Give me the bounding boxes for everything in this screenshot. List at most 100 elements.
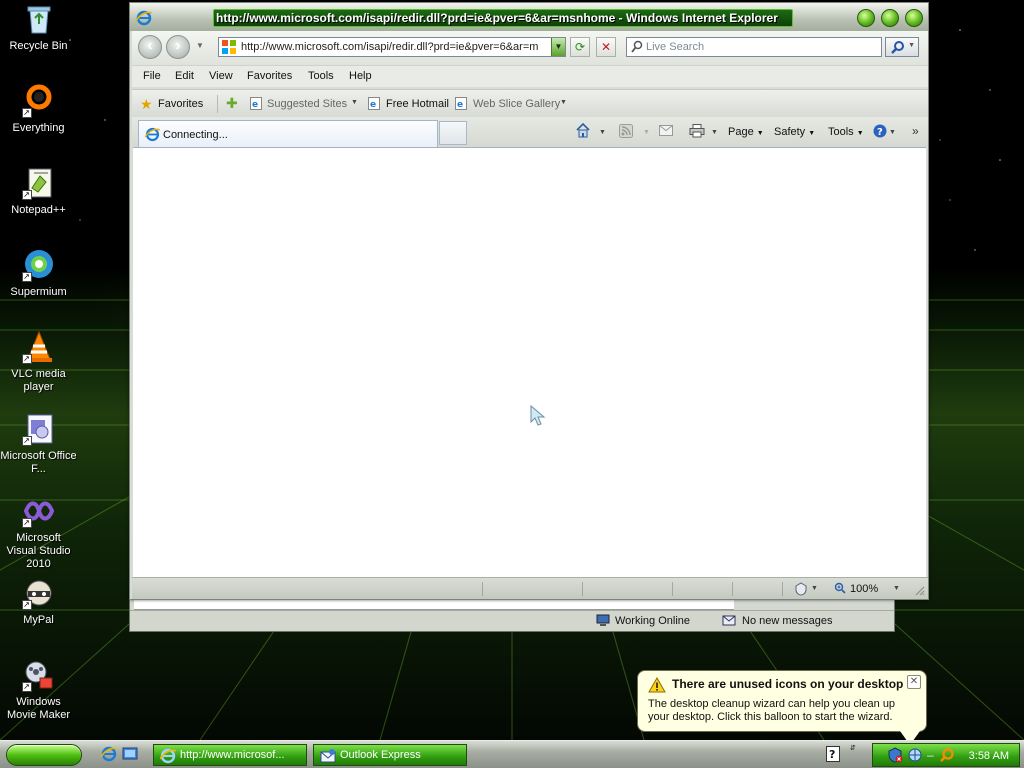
- address-field[interactable]: http://www.microsoft.com/isapi/redir.dll…: [218, 37, 566, 57]
- svg-text:e: e: [457, 100, 463, 110]
- search-tray-icon[interactable]: [939, 747, 955, 763]
- search-provider-icon: [631, 40, 643, 54]
- print-icon[interactable]: [689, 124, 705, 138]
- quicklaunch-ie-icon[interactable]: [100, 746, 118, 762]
- ie-window[interactable]: http://www.microsoft.com/isapi/redir.dll…: [129, 2, 929, 600]
- favorites-star-icon: ★: [140, 96, 153, 112]
- page-menu[interactable]: Page ▼: [728, 126, 764, 138]
- desktop-icon-mypal[interactable]: ↗ MyPal: [0, 576, 77, 627]
- quicklaunch-desktop-icon[interactable]: [122, 746, 138, 762]
- shortcut-arrow-icon: ↗: [21, 682, 32, 692]
- menu-edit[interactable]: Edit: [175, 70, 194, 82]
- resize-grip-icon[interactable]: [913, 584, 925, 596]
- ie-titlebar[interactable]: http://www.microsoft.com/isapi/redir.dll…: [130, 3, 928, 31]
- clock[interactable]: 3:58 AM: [969, 750, 1009, 762]
- status-separator: [482, 582, 483, 596]
- desktop-icon-vlc[interactable]: ↗ VLC media player: [0, 330, 77, 394]
- chevron-down-icon[interactable]: ▼: [893, 585, 900, 592]
- svg-text:?: ?: [877, 127, 883, 138]
- desktop-icon-recycle-bin[interactable]: Recycle Bin: [0, 2, 77, 53]
- balloon-body: The desktop cleanup wizard can help you …: [648, 698, 896, 723]
- tray-expand-icon[interactable]: ⇵: [850, 744, 856, 753]
- refresh-button[interactable]: ⟳: [570, 37, 590, 57]
- menu-view[interactable]: View: [209, 70, 233, 82]
- visual-studio-icon: ↗: [21, 494, 56, 528]
- chevron-down-icon[interactable]: ▼: [599, 129, 606, 136]
- menu-file[interactable]: File: [143, 70, 161, 82]
- read-mail-icon[interactable]: [659, 125, 673, 137]
- tab-connecting[interactable]: Connecting...: [138, 120, 438, 147]
- desktop-icon-visual-studio[interactable]: ↗ Microsoft Visual Studio 2010: [0, 494, 77, 571]
- chevron-down-icon: ▼: [643, 129, 650, 136]
- protected-mode-icon[interactable]: [794, 582, 808, 596]
- favorites-bar: ★ Favorites ✚ e Suggested Sites ▼ e Free…: [132, 89, 928, 117]
- balloon-close-button[interactable]: ✕: [907, 675, 921, 689]
- search-button[interactable]: ▼: [885, 37, 919, 57]
- help-tray-icon[interactable]: ?: [826, 746, 840, 762]
- office-document-icon: ↗: [21, 412, 56, 446]
- desktop-icon-movie-maker[interactable]: ↗ Windows Movie Maker: [0, 658, 77, 722]
- tools-menu[interactable]: Tools ▼: [828, 126, 864, 138]
- fav-link-web-slice-gallery[interactable]: Web Slice Gallery: [473, 98, 560, 110]
- maximize-button[interactable]: [881, 9, 899, 27]
- taskbar-button-outlook[interactable]: Outlook Express: [313, 744, 467, 766]
- fav-link-free-hotmail[interactable]: Free Hotmail: [386, 98, 449, 110]
- search-placeholder: Live Search: [646, 41, 705, 53]
- chevron-down-icon[interactable]: ▼: [811, 585, 818, 592]
- mypal-raccoon-icon: ↗: [21, 576, 56, 610]
- menu-tools[interactable]: Tools: [308, 70, 334, 82]
- tab-row: Connecting... ▼ ▼ ▼ Page ▼ Safety ▼ Tool…: [132, 117, 928, 147]
- menu-help[interactable]: Help: [349, 70, 372, 82]
- status-separator: [732, 582, 733, 596]
- back-button[interactable]: ‹: [138, 35, 162, 59]
- desktop-icon-everything[interactable]: ↗ Everything: [0, 84, 77, 135]
- working-online-status: Working Online: [615, 615, 690, 627]
- tools-menu-label: Tools: [828, 126, 854, 138]
- taskbar-button-label: http://www.microsof...: [180, 749, 285, 761]
- home-icon[interactable]: [575, 122, 591, 138]
- search-input[interactable]: Live Search: [626, 37, 882, 57]
- chevron-down-icon[interactable]: ▼: [560, 99, 567, 106]
- help-icon[interactable]: ?: [873, 124, 887, 138]
- stop-button[interactable]: ✕: [596, 37, 616, 57]
- forward-button[interactable]: ›: [166, 35, 190, 59]
- new-tab-button[interactable]: [439, 121, 467, 145]
- more-commands-icon[interactable]: »: [912, 124, 919, 138]
- menu-favorites[interactable]: Favorites: [247, 70, 292, 82]
- safety-menu-label: Safety: [774, 126, 806, 138]
- messages-status: No new messages: [742, 615, 833, 627]
- minimize-button[interactable]: [857, 9, 875, 27]
- outlook-status-bar: Working Online No new messages: [130, 610, 894, 631]
- desktop-icon-label: MyPal: [23, 614, 54, 626]
- feeds-icon[interactable]: [619, 124, 633, 138]
- everything-search-icon: ↗: [21, 84, 56, 118]
- menu-bar: File Edit View Favorites Tools Help: [132, 65, 928, 87]
- chevron-down-icon[interactable]: ▼: [711, 129, 718, 136]
- cleanup-balloon[interactable]: There are unused icons on your desktop ✕…: [637, 670, 927, 732]
- security-alert-icon[interactable]: [887, 747, 903, 763]
- safety-menu[interactable]: Safety ▼: [774, 126, 815, 138]
- chevron-down-icon[interactable]: ▼: [351, 99, 358, 106]
- shortcut-arrow-icon: ↗: [21, 600, 32, 610]
- desktop-icon-label: Everything: [12, 122, 65, 134]
- network-icon[interactable]: [907, 747, 923, 763]
- recent-pages-dropdown[interactable]: ▼: [196, 41, 204, 50]
- add-favorite-icon[interactable]: ✚: [226, 96, 238, 110]
- address-dropdown-button[interactable]: ▼: [551, 38, 565, 56]
- taskbar-button-ie[interactable]: http://www.microsof...: [153, 744, 307, 766]
- close-button[interactable]: [905, 9, 923, 27]
- outlook-express-window[interactable]: Working Online No new messages: [129, 600, 895, 632]
- message-list-strip: [134, 600, 734, 610]
- start-button[interactable]: [6, 744, 82, 766]
- fav-link-suggested-sites[interactable]: Suggested Sites: [267, 98, 347, 110]
- zoom-level[interactable]: 100%: [850, 583, 878, 595]
- favorites-button[interactable]: Favorites: [158, 98, 203, 110]
- tray-arrow-icon: –: [927, 748, 934, 762]
- search-options-dropdown[interactable]: ▼: [908, 42, 915, 49]
- desktop-icon-notepadpp[interactable]: ↗ Notepad++: [0, 166, 77, 217]
- ie-logo-icon: [135, 10, 153, 26]
- desktop-icon-office[interactable]: ↗ Microsoft Office F...: [0, 412, 77, 476]
- chevron-down-icon[interactable]: ▼: [889, 129, 896, 136]
- page-content-area[interactable]: [133, 147, 926, 577]
- desktop-icon-supermium[interactable]: ↗ Supermium: [0, 248, 77, 299]
